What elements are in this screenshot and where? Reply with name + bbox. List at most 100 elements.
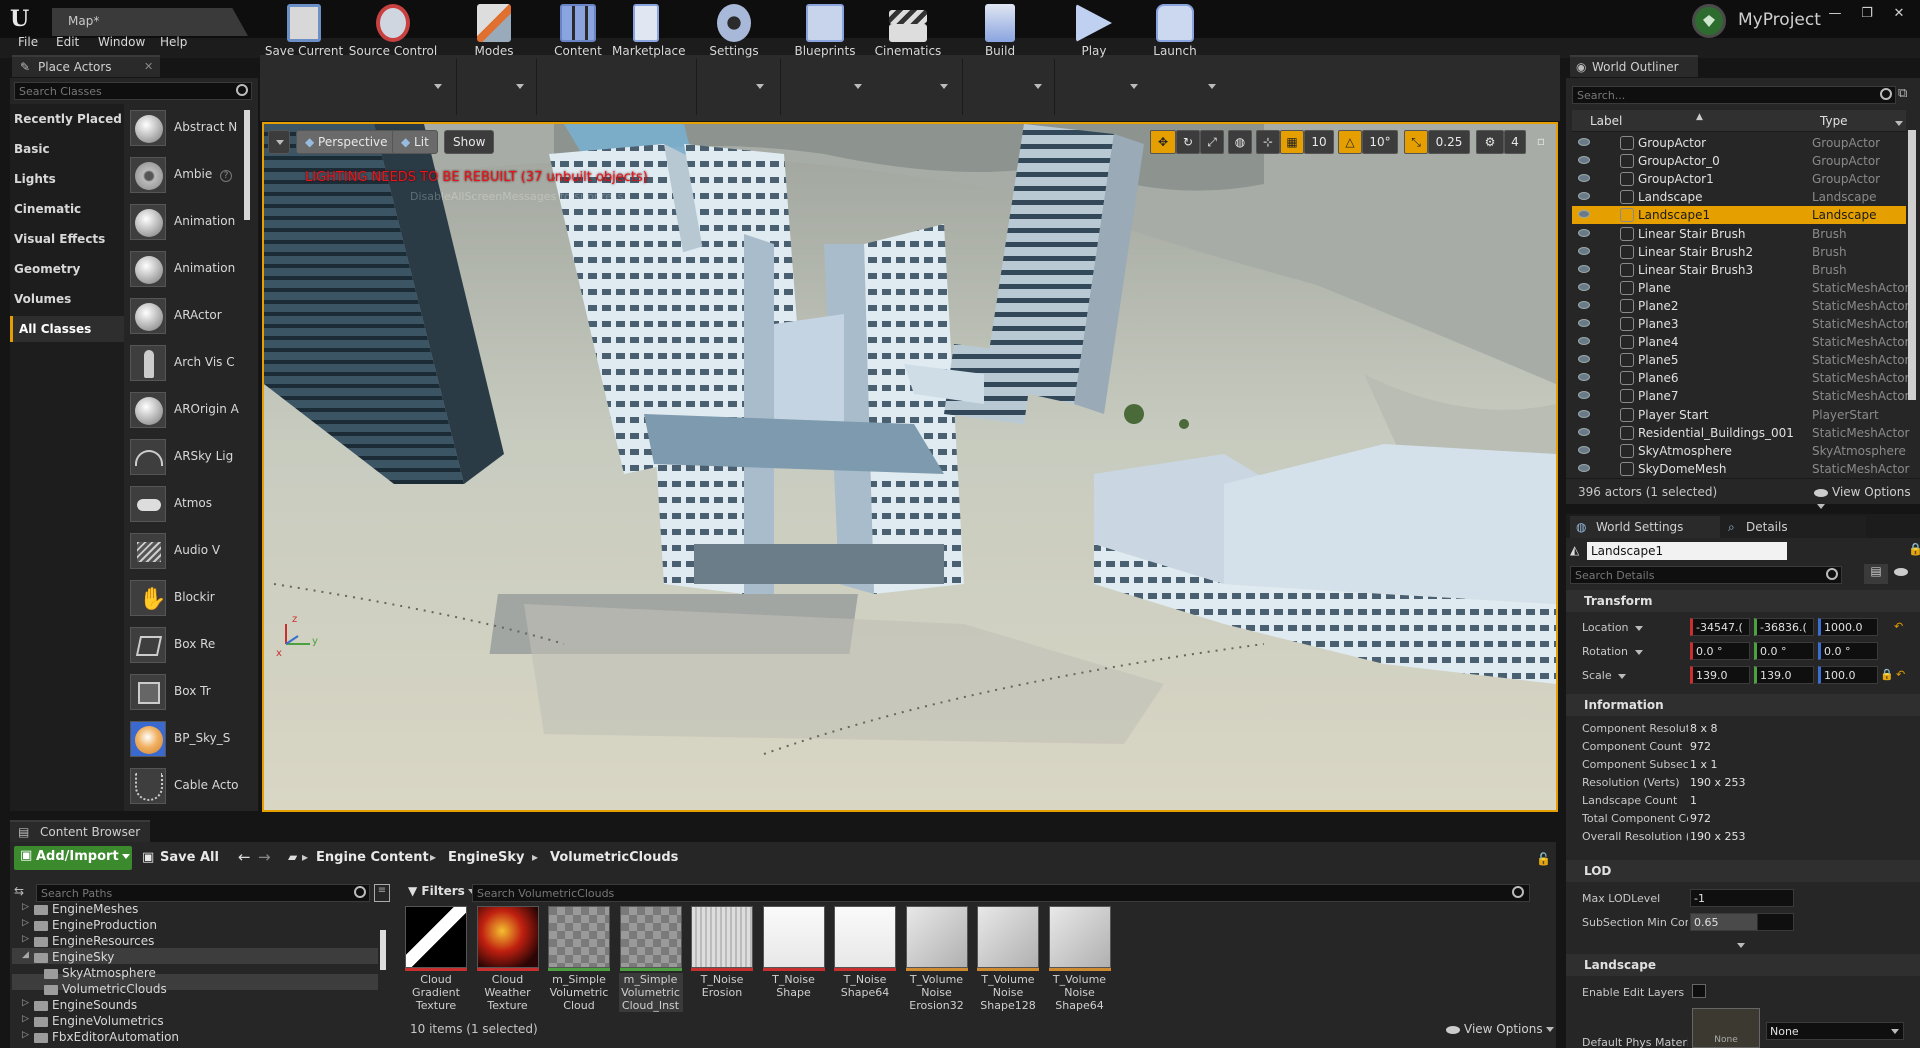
actor-item[interactable]: Atmos xyxy=(130,484,250,526)
outliner-row[interactable]: Player Start PlayerStart xyxy=(1572,406,1906,424)
scale-snap-value[interactable]: 0.25 xyxy=(1428,130,1470,154)
scale-tool-icon[interactable]: ⤢ xyxy=(1200,130,1224,154)
blueprints-dropdown[interactable] xyxy=(854,84,862,89)
save-all-button[interactable]: ▣ Save All xyxy=(142,846,219,870)
asset-tile[interactable]: m_Simple Volumetric Cloud_Inst xyxy=(618,906,683,1016)
modes-dropdown[interactable] xyxy=(516,84,524,89)
outliner-row[interactable]: Plane7 StaticMeshActor xyxy=(1572,387,1909,405)
menu-window[interactable]: Window xyxy=(98,35,145,49)
tree-scrollbar[interactable] xyxy=(380,930,386,970)
translate-tool-icon[interactable]: ✥ xyxy=(1150,130,1176,154)
actor-item[interactable]: Ambie xyxy=(130,155,250,197)
folder-tree-item[interactable]: EngineResources xyxy=(52,934,154,948)
visibility-eye-icon[interactable] xyxy=(1578,337,1590,346)
actor-item[interactable]: Cable Acto xyxy=(130,766,250,808)
outliner-row[interactable]: Plane4 StaticMeshActor xyxy=(1572,333,1909,351)
expand-advanced-icon[interactable] xyxy=(1734,938,1745,952)
launch-dropdown[interactable] xyxy=(1208,84,1216,89)
information-section-header[interactable]: Information xyxy=(1566,694,1920,716)
location-x-field[interactable]: -34547.( xyxy=(1690,618,1750,636)
outliner-row[interactable]: Plane2 StaticMeshActor xyxy=(1572,297,1909,315)
content-button[interactable]: Content xyxy=(548,4,608,64)
launch-button[interactable]: Launch xyxy=(1144,4,1206,64)
menu-edit[interactable]: Edit xyxy=(56,35,79,49)
phys-material-dropdown[interactable]: None xyxy=(1766,1022,1904,1040)
actor-item[interactable]: ✋ Blockir xyxy=(130,578,250,620)
folder-tree-item[interactable]: EngineMeshes xyxy=(52,902,138,916)
outliner-search-input[interactable]: Search... xyxy=(1572,86,1896,104)
type-column-header[interactable]: Type xyxy=(1820,114,1848,128)
expand-arrow-icon[interactable]: ▷ xyxy=(22,1014,29,1024)
transform-section-header[interactable]: Transform xyxy=(1566,590,1920,612)
asset-tile[interactable]: T_Noise Shape64 xyxy=(833,906,897,1016)
details-tab[interactable]: ⌕ Details xyxy=(1720,516,1866,538)
asset-tile[interactable]: Cloud Weather Texture xyxy=(476,906,540,1016)
category-cinematic[interactable]: Cinematic xyxy=(14,202,81,216)
rotation-x-field[interactable]: 0.0 ° xyxy=(1690,642,1750,660)
outliner-row[interactable]: Residential_Buildings_001 StaticMeshActor xyxy=(1572,424,1909,442)
search-paths-input[interactable]: Search Paths xyxy=(36,884,370,902)
expand-arrow-icon[interactable]: ◢ xyxy=(22,950,29,960)
visibility-eye-icon[interactable] xyxy=(1578,282,1590,291)
subsection-min-slider[interactable]: 0.65 xyxy=(1690,913,1794,931)
build-dropdown[interactable] xyxy=(1034,84,1042,89)
outliner-row[interactable]: Linear Stair Brush Brush xyxy=(1572,225,1906,243)
actor-item[interactable]: AROrigin A xyxy=(130,390,250,432)
close-button[interactable]: ✕ xyxy=(1884,4,1914,26)
category-geometry[interactable]: Geometry xyxy=(14,262,80,276)
world-settings-tab[interactable]: ◍ World Settings xyxy=(1570,516,1720,538)
folder-tree-item[interactable]: EngineVolumetrics xyxy=(52,1014,164,1028)
outliner-row[interactable]: Plane3 StaticMeshActor xyxy=(1572,315,1909,333)
scale-label[interactable]: Scale xyxy=(1582,669,1688,682)
actor-item[interactable]: Box Tr xyxy=(130,672,250,714)
outliner-row[interactable]: Linear Stair Brush2 Brush xyxy=(1572,243,1906,261)
details-search-input[interactable]: Search Details xyxy=(1570,566,1842,584)
outliner-row[interactable]: Landscape Landscape xyxy=(1572,188,1906,206)
scale-y-field[interactable]: 139.0 xyxy=(1754,666,1814,684)
category-basic[interactable]: Basic xyxy=(14,142,50,156)
category-recently-placed[interactable]: Recently Placed xyxy=(14,112,122,126)
asset-tile[interactable]: T_Volume Noise Shape64 xyxy=(1048,906,1112,1016)
content-browser-tab[interactable]: ▤ Content Browser xyxy=(10,820,150,842)
asset-view-options-button[interactable]: View Options xyxy=(1446,1022,1554,1036)
history-forward-icon[interactable]: → xyxy=(258,848,271,866)
play-dropdown[interactable] xyxy=(1130,84,1138,89)
folder-tree-item[interactable]: EngineSounds xyxy=(52,998,137,1012)
visibility-eye-icon[interactable] xyxy=(1578,409,1590,418)
rotate-tool-icon[interactable]: ↻ xyxy=(1176,130,1200,154)
visibility-eye-icon[interactable] xyxy=(1578,264,1590,273)
actor-item[interactable]: ARActor xyxy=(130,296,250,338)
asset-tile[interactable]: T_Volume Noise Erosion32 xyxy=(905,906,969,1016)
visibility-eye-icon[interactable] xyxy=(1578,391,1590,400)
category-lights[interactable]: Lights xyxy=(14,172,56,186)
settings-dropdown[interactable] xyxy=(756,84,764,89)
outliner-row[interactable]: Landscape1 Landscape xyxy=(1572,206,1906,225)
rotation-z-field[interactable]: 0.0 ° xyxy=(1818,642,1878,660)
outliner-row[interactable]: GroupActor_0 GroupActor xyxy=(1572,152,1906,170)
camera-speed-value[interactable]: 4 xyxy=(1504,130,1526,154)
expand-arrow-icon[interactable]: ▷ xyxy=(22,1030,29,1040)
cinematics-button[interactable]: Cinematics xyxy=(874,4,942,64)
visibility-eye-icon[interactable] xyxy=(1578,228,1590,237)
expand-arrow-icon[interactable]: ▷ xyxy=(22,998,29,1008)
category-volumes[interactable]: Volumes xyxy=(14,292,71,306)
actor-item[interactable]: Audio V xyxy=(130,531,250,573)
visibility-eye-icon[interactable] xyxy=(1578,427,1590,436)
label-column-header[interactable]: Label xyxy=(1590,114,1622,128)
filters-button[interactable]: ▼ Filters xyxy=(404,882,476,902)
source-control-dropdown[interactable] xyxy=(434,84,442,89)
eye-icon[interactable] xyxy=(1894,564,1916,584)
cinematics-dropdown[interactable] xyxy=(940,84,948,89)
reset-location-icon[interactable]: ↶ xyxy=(1894,620,1903,633)
visibility-eye-icon[interactable] xyxy=(1578,246,1590,255)
breadcrumb-engine-content[interactable]: Engine Content xyxy=(316,850,429,865)
world-outliner-tab[interactable]: ◉ World Outliner xyxy=(1570,55,1698,77)
outliner-row[interactable]: Linear Stair Brush3 Brush xyxy=(1572,261,1906,279)
phys-material-thumbnail[interactable]: None xyxy=(1692,1008,1760,1048)
actor-item[interactable]: Arch Vis C xyxy=(130,343,250,385)
folder-tree-item[interactable]: EngineProduction xyxy=(52,918,157,932)
menu-file[interactable]: File xyxy=(18,35,38,49)
scale-snap-icon[interactable]: ⤡ xyxy=(1404,130,1428,154)
lit-button[interactable]: ◆ Lit xyxy=(392,130,438,154)
asset-tile[interactable]: Cloud Gradient Texture xyxy=(404,906,468,1016)
